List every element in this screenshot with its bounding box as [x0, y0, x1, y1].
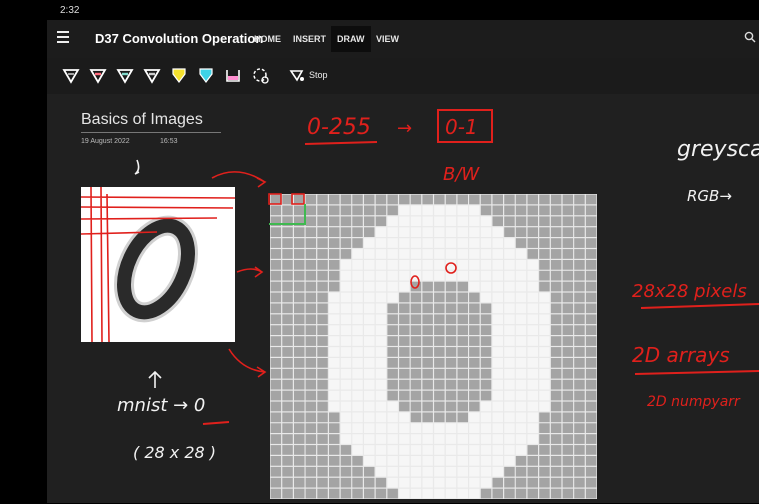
lasso-select-icon[interactable] [251, 66, 271, 86]
ink-rgb: RGB→ [687, 187, 732, 205]
ink-range-from: 0-255 [307, 115, 371, 140]
tab-home[interactable]: HOME [248, 26, 287, 52]
ink-arrow: → [397, 118, 412, 139]
ink-numpy: 2D numpyarr [647, 394, 741, 410]
pen-teal-icon[interactable] [115, 66, 135, 86]
top-bar: D37 Convolution Operation HOME INSERT DR… [47, 20, 759, 58]
stop-button[interactable]: Stop [309, 70, 328, 80]
ink-mnist-dims: ( 28 x 28 ) [133, 443, 216, 462]
ink-range-to: 0-1 [445, 115, 478, 139]
highlighter-pink-icon[interactable] [223, 66, 243, 86]
page-name: D37 Convolution Operation [95, 31, 264, 46]
status-time: 2:32 [60, 5, 80, 16]
hamburger-menu-icon[interactable] [57, 31, 69, 43]
search-icon[interactable] [744, 31, 756, 43]
ink-replay-icon[interactable] [287, 66, 307, 86]
tab-view[interactable]: VIEW [370, 26, 405, 52]
ink-size: 28x28 pixels [632, 281, 747, 302]
pen-white-icon[interactable] [61, 66, 81, 86]
highlighter-cyan-icon[interactable] [196, 66, 216, 86]
highlighter-yellow-icon[interactable] [169, 66, 189, 86]
ink-greyscale: greysca [677, 137, 759, 162]
note-canvas[interactable]: Basics of Images 19 August 2022 16:53 0-… [47, 94, 759, 503]
ink-bw: B/W [443, 164, 480, 185]
ink-annotations: 0-255 → 0-1 B/W greysca RGB→ 28x28 pixel… [80, 109, 759, 462]
tab-draw[interactable]: DRAW [331, 26, 371, 52]
onenote-window: D37 Convolution Operation HOME INSERT DR… [47, 20, 759, 503]
ink-arrays: 2D arrays [632, 343, 730, 367]
draw-toolbar: Stop [47, 58, 759, 94]
pen-red-icon[interactable] [88, 66, 108, 86]
pen-light-icon[interactable] [142, 66, 162, 86]
status-bar: 2:32 [0, 0, 759, 20]
ink-mnist: mnist → 0 [117, 395, 205, 416]
tab-insert[interactable]: INSERT [287, 26, 332, 52]
